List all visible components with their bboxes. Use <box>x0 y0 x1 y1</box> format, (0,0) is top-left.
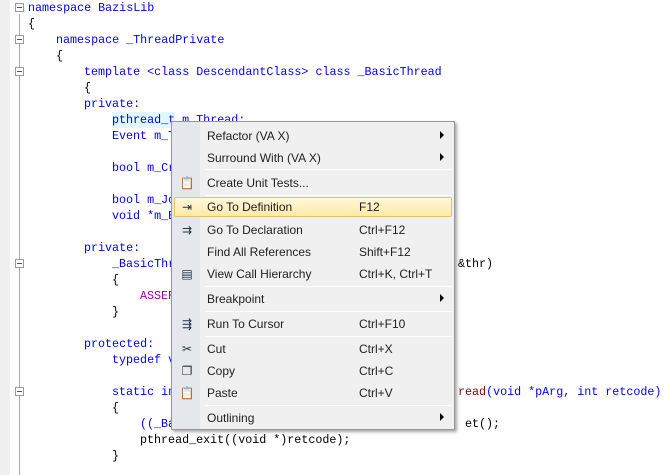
code-line: namespace BazisLib <box>28 1 155 15</box>
context-menu: Refactor (VA X) Surround With (VA X) 📋 Cr… <box>171 121 455 430</box>
menu-item-shortcut: Ctrl+X <box>359 342 393 356</box>
menu-item-label: Cut <box>207 342 226 356</box>
menu-item-label: Breakpoint <box>207 292 265 306</box>
menu-item-surround-with[interactable]: Surround With (VA X) <box>174 148 452 168</box>
menu-item-label: Find All References <box>207 245 312 259</box>
code-line: bool m_Cr <box>112 161 176 175</box>
menu-item-run-to-cursor[interactable]: ⇶ Run To Cursor Ctrl+F10 <box>174 314 452 334</box>
submenu-arrow-icon <box>440 294 444 302</box>
code-token: read <box>458 385 487 399</box>
copy-icon: ❐ <box>181 364 193 378</box>
menu-item-shortcut: Ctrl+C <box>359 364 394 378</box>
menu-separator <box>205 286 452 287</box>
menu-item-cut[interactable]: ✂ Cut Ctrl+X <box>174 339 452 359</box>
menu-item-breakpoint[interactable]: Breakpoint <box>174 289 452 309</box>
outline-line <box>19 14 20 475</box>
menu-item-label: Run To Cursor <box>207 317 285 331</box>
code-line: et(); <box>465 417 501 431</box>
menu-item-label: View Call Hierarchy <box>207 267 312 281</box>
menu-item-refactor[interactable]: Refactor (VA X) <box>174 126 452 146</box>
code-line: { <box>56 49 64 63</box>
code-line: pthread_exit((void *)retcode); <box>140 433 351 447</box>
code-line: } <box>112 305 120 319</box>
menu-item-label: Paste <box>207 386 238 400</box>
code-line: Event m_T <box>112 129 176 143</box>
run-to-cursor-icon: ⇶ <box>181 317 193 331</box>
code-line: protected: <box>84 337 155 351</box>
collapse-toggle[interactable] <box>15 3 24 12</box>
menu-item-outlining[interactable]: Outlining <box>174 408 452 428</box>
editor-margin <box>0 0 10 475</box>
menu-item-label: Copy <box>207 364 236 378</box>
menu-separator <box>205 336 452 337</box>
collapse-toggle[interactable] <box>15 35 24 44</box>
collapse-toggle[interactable] <box>15 67 24 76</box>
code-line: private: <box>84 97 141 111</box>
menu-separator <box>205 195 452 196</box>
unit-test-icon: 📋 <box>179 176 195 190</box>
go-to-declaration-icon: ⇉ <box>181 223 193 237</box>
code-line: } <box>112 449 120 463</box>
menu-item-view-call-hierarchy[interactable]: ▤ View Call Hierarchy Ctrl+K, Ctrl+T <box>174 264 452 284</box>
menu-item-shortcut: F12 <box>359 200 380 214</box>
code-line: bool m_Jo <box>112 193 176 207</box>
menu-item-go-to-definition[interactable]: ⇥ Go To Definition F12 <box>174 197 452 217</box>
code-line: { <box>84 81 92 95</box>
menu-item-go-to-declaration[interactable]: ⇉ Go To Declaration Ctrl+F12 <box>174 220 452 240</box>
menu-item-label: Create Unit Tests... <box>207 176 309 190</box>
menu-item-label: Go To Definition <box>207 200 293 214</box>
menu-item-shortcut: Ctrl+F10 <box>359 317 406 331</box>
menu-separator <box>205 405 452 406</box>
menu-item-create-unit-tests[interactable]: 📋 Create Unit Tests... <box>174 173 452 193</box>
code-line: { <box>112 273 120 287</box>
code-line: static in <box>112 385 176 399</box>
submenu-arrow-icon <box>440 153 444 161</box>
code-token: (void *pArg, int retcode) <box>486 385 662 399</box>
menu-item-label: Outlining <box>207 411 255 425</box>
menu-separator <box>205 169 452 170</box>
code-line: template <class DescendantClass> class _… <box>84 65 442 79</box>
menu-item-shortcut: Ctrl+V <box>359 386 393 400</box>
submenu-arrow-icon <box>440 413 444 421</box>
go-to-definition-icon: ⇥ <box>181 200 193 214</box>
menu-item-label: Refactor (VA X) <box>207 129 290 143</box>
menu-item-shortcut: Ctrl+K, Ctrl+T <box>359 267 433 281</box>
call-hierarchy-icon: ▤ <box>181 267 193 281</box>
menu-item-paste[interactable]: 📋 Paste Ctrl+V <box>174 383 452 403</box>
menu-item-find-all-references[interactable]: Find All References Shift+F12 <box>174 242 452 262</box>
code-line: _BasicThr <box>112 257 176 271</box>
code-line: &thr) <box>458 257 494 271</box>
code-line: ASSER <box>140 289 176 303</box>
code-line: typedef v <box>112 353 176 367</box>
collapse-toggle[interactable] <box>15 387 24 396</box>
menu-item-shortcut: Ctrl+F12 <box>359 223 406 237</box>
menu-separator <box>205 311 452 312</box>
menu-item-label: Go To Declaration <box>207 223 303 237</box>
code-line: { <box>28 17 36 31</box>
menu-item-label: Surround With (VA X) <box>207 151 321 165</box>
code-line: { <box>112 401 120 415</box>
menu-item-copy[interactable]: ❐ Copy Ctrl+C <box>174 361 452 381</box>
code-line: ((_Ba <box>140 417 176 431</box>
submenu-arrow-icon <box>440 131 444 139</box>
code-line: private: <box>84 241 141 255</box>
collapse-toggle[interactable] <box>15 259 24 268</box>
scissors-icon: ✂ <box>181 342 193 356</box>
code-line: void *m_E <box>112 209 176 223</box>
paste-icon: 📋 <box>179 386 195 400</box>
menu-item-shortcut: Shift+F12 <box>359 245 411 259</box>
code-line: namespace _ThreadPrivate <box>56 33 225 47</box>
